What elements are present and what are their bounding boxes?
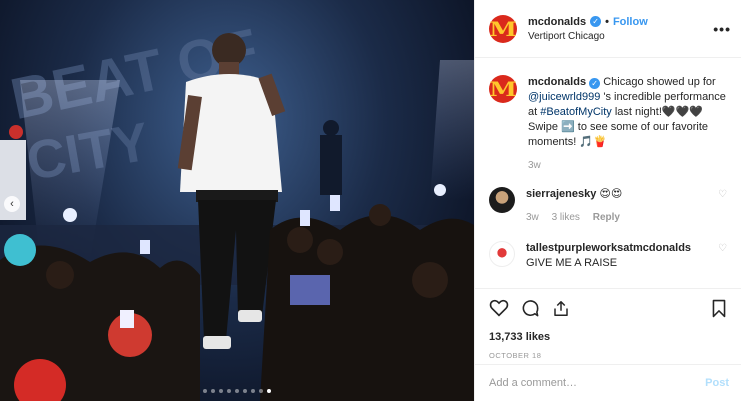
golden-arches-icon: M — [489, 77, 517, 101]
caption: M mcdonalds ✓ Chicago showed up for @jui… — [489, 75, 727, 173]
add-comment-bar: Post — [475, 364, 741, 401]
post-photo[interactable]: BEAT OF CITY — [0, 0, 474, 401]
instagram-post-modal: BEAT OF CITY — [0, 0, 741, 401]
header-username[interactable]: mcdonalds — [528, 16, 586, 28]
comment-text: 😍😍 — [599, 188, 623, 200]
comment-username[interactable]: tallestpurpleworksatmcdonalds — [526, 241, 712, 256]
like-heart-icon[interactable] — [489, 299, 509, 317]
comment-body: tallestpurpleworksatmcdonalds GIVE ME A … — [526, 241, 727, 271]
post-sidebar: M mcdonalds ✓ • Follow Vertiport Chicago… — [474, 0, 741, 401]
list-item: tallestpurpleworksatmcdonalds GIVE ME A … — [489, 241, 727, 271]
header-text: mcdonalds ✓ • Follow Vertiport Chicago — [528, 16, 713, 42]
post-actions: 13,733 likes OCTOBER 18 — [475, 288, 741, 360]
previous-slide-button[interactable]: ‹ — [4, 196, 20, 212]
avatar[interactable] — [489, 187, 515, 213]
comment-time[interactable]: 3w — [526, 212, 539, 223]
bookmark-icon[interactable] — [711, 299, 727, 318]
more-options-icon[interactable]: ••• — [713, 21, 731, 37]
reply-button[interactable]: Reply — [593, 212, 620, 223]
like-comment-heart-icon[interactable]: ♡ — [718, 187, 727, 202]
golden-arches-icon: M — [489, 16, 517, 41]
comment-username[interactable]: sierrajenesky — [526, 188, 596, 200]
post-comment-button[interactable]: Post — [705, 377, 729, 389]
carousel-dot — [235, 389, 239, 393]
comment-likes[interactable]: 3 likes — [552, 212, 580, 223]
header-username-row: mcdonalds ✓ • Follow — [528, 16, 713, 28]
carousel-dot — [267, 389, 271, 393]
location-link[interactable]: Vertiport Chicago — [528, 31, 713, 42]
comments-list: M mcdonalds ✓ Chicago showed up for @jui… — [475, 59, 741, 287]
carousel-dot — [227, 389, 231, 393]
carousel-indicator — [0, 389, 474, 393]
carousel-dot — [211, 389, 215, 393]
post-header: M mcdonalds ✓ • Follow Vertiport Chicago… — [475, 0, 741, 58]
action-icons — [489, 297, 727, 319]
comment-meta: 3w 3 likes Reply — [526, 210, 727, 225]
hashtag-link[interactable]: #BeatofMyCity — [540, 106, 612, 118]
comment-input[interactable] — [489, 377, 706, 389]
carousel-dot — [259, 389, 263, 393]
list-item: sierrajenesky 😍😍 ♡ 3w 3 likes Reply — [489, 187, 727, 225]
like-comment-heart-icon[interactable]: ♡ — [718, 241, 727, 271]
caption-text-1: Chicago showed up for — [603, 76, 716, 88]
follow-button[interactable]: Follow — [613, 16, 648, 28]
concert-photo-illustration: BEAT OF CITY — [0, 16, 474, 401]
carousel-dot — [203, 389, 207, 393]
avatar[interactable] — [489, 241, 515, 267]
verified-badge-icon: ✓ — [589, 78, 601, 89]
carousel-dot — [243, 389, 247, 393]
likes-count[interactable]: 13,733 likes — [489, 331, 727, 343]
follow-separator: • — [605, 15, 609, 28]
mention-link[interactable]: @juicewrld999 — [528, 91, 600, 103]
caption-avatar[interactable]: M — [489, 75, 517, 103]
caption-time[interactable]: 3w — [528, 158, 727, 173]
share-icon[interactable] — [552, 299, 570, 318]
caption-body: mcdonalds ✓ Chicago showed up for @juice… — [528, 75, 727, 173]
comment-text: GIVE ME A RAISE — [526, 257, 618, 269]
mcdonalds-avatar[interactable]: M — [489, 14, 517, 43]
carousel-dot — [251, 389, 255, 393]
caption-username[interactable]: mcdonalds — [528, 76, 586, 88]
carousel-dot — [219, 389, 223, 393]
comment-bubble-icon[interactable] — [521, 299, 540, 318]
post-date[interactable]: OCTOBER 18 — [489, 351, 727, 360]
verified-badge-icon: ✓ — [590, 16, 602, 27]
comment-body: sierrajenesky 😍😍 ♡ 3w 3 likes Reply — [526, 187, 727, 225]
